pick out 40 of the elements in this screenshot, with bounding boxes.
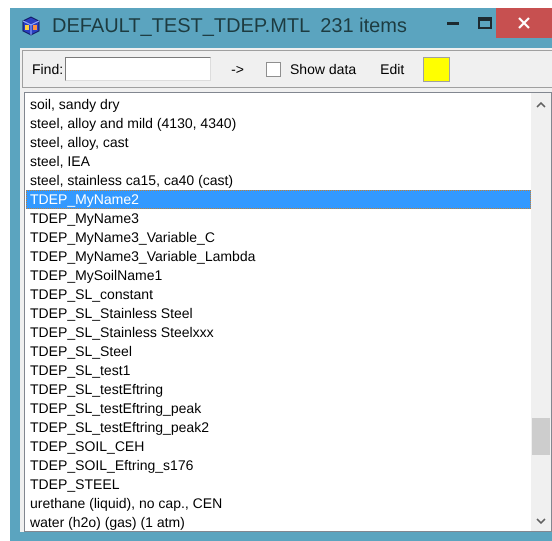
list-item[interactable]: TDEP_SL_testEftring_peak: [26, 399, 531, 418]
edit-button[interactable]: Edit: [378, 61, 406, 77]
list-item[interactable]: soil, sandy dry: [26, 95, 531, 114]
list-item[interactable]: TDEP_SL_test1: [26, 361, 531, 380]
scrollbar[interactable]: [531, 93, 551, 531]
list-item[interactable]: urethane (liquid), no cap., CEN: [26, 494, 531, 513]
list-item[interactable]: TDEP_SL_testEftring_peak2: [26, 418, 531, 437]
minimize-icon: [447, 22, 459, 24]
scroll-down-icon[interactable]: [536, 518, 546, 525]
find-field[interactable]: [65, 57, 212, 81]
list-item[interactable]: TDEP_STEEL: [26, 475, 531, 494]
window-title: DEFAULT_TEST_TDEP.MTL: [52, 14, 310, 38]
list-item[interactable]: TDEP_SOIL_CEH: [26, 437, 531, 456]
list-item[interactable]: TDEP_SL_constant: [26, 285, 531, 304]
list-item[interactable]: steel, stainless ca15, ca40 (cast): [26, 171, 531, 190]
list-item[interactable]: steel, alloy, cast: [26, 133, 531, 152]
cube-icon: [20, 15, 42, 37]
show-data-checkbox[interactable]: [266, 62, 281, 76]
list-item[interactable]: TDEP_MySoilName1: [26, 266, 531, 285]
list-item[interactable]: steel, alloy and mild (4130, 4340): [26, 114, 531, 133]
show-data-label: Show data: [290, 61, 356, 77]
item-count: 231 items: [320, 14, 407, 38]
list-item[interactable]: TDEP_MyName3: [26, 209, 531, 228]
close-button[interactable]: [496, 8, 552, 38]
list-item[interactable]: TDEP_SOIL_Eftring_s176: [26, 456, 531, 475]
scroll-thumb[interactable]: [532, 418, 550, 455]
list-item[interactable]: TDEP_SL_testEftring: [26, 380, 531, 399]
list-item[interactable]: steel, IEA: [26, 152, 531, 171]
list-item[interactable]: TDEP_MyName3_Variable_C: [26, 228, 531, 247]
close-icon: [518, 17, 530, 29]
list-item[interactable]: TDEP_SL_Stainless Steelxxx: [26, 323, 531, 342]
scroll-up-icon[interactable]: [536, 101, 546, 108]
list-item[interactable]: TDEP_MyName3_Variable_Lambda: [26, 247, 531, 266]
maximize-icon: [478, 17, 492, 29]
list-item[interactable]: TDEP_SL_Steel: [26, 342, 531, 361]
list-item[interactable]: water (h2o) (gas) (1 atm): [26, 513, 531, 531]
find-next-button[interactable]: ->: [229, 61, 246, 77]
find-label: Find:: [32, 61, 64, 77]
list-item[interactable]: TDEP_SL_Stainless Steel: [26, 304, 531, 323]
color-swatch[interactable]: [423, 56, 450, 82]
